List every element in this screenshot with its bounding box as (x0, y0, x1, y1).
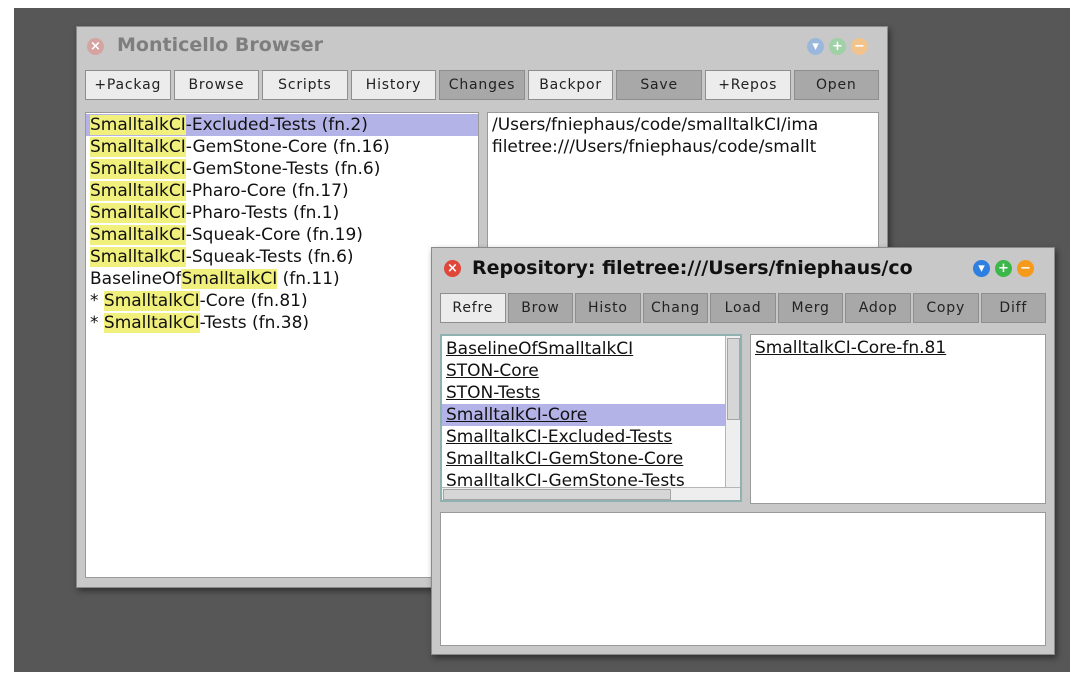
package-text: -Excluded-Tests (fn.2) (185, 115, 368, 135)
package-row[interactable]: SmalltalkCI-GemStone-Tests (fn.6) (86, 158, 478, 180)
package-row[interactable]: * SmalltalkCI-Core (fn.81) (86, 290, 478, 312)
add-repository-button[interactable]: +Repos (704, 70, 791, 100)
package-text: -GemStone-Tests (fn.6) (185, 159, 381, 179)
package-row[interactable]: BaselineOfSmalltalkCI (fn.11) (86, 268, 478, 290)
version-row[interactable]: SmalltalkCI-Core-fn.81 (751, 337, 1045, 359)
package-row[interactable]: SmalltalkCI-Squeak-Tests (fn.6) (86, 246, 478, 268)
vertical-scrollbar[interactable] (725, 336, 740, 488)
refresh-button[interactable]: Refre (440, 293, 506, 323)
merge-button[interactable]: Merg (777, 293, 844, 323)
package-text: -GemStone-Core (fn.16) (185, 137, 390, 157)
changes-button[interactable]: Changes (439, 70, 525, 100)
version-info-pane[interactable] (440, 512, 1046, 646)
horizontal-scrollbar[interactable] (442, 487, 740, 500)
repository-toolbar: Refre Brow Histo Chang Load Merg Adop Co… (440, 293, 1047, 323)
load-button[interactable]: Load (710, 293, 776, 323)
package-row[interactable]: SmalltalkCI-Squeak-Core (fn.19) (86, 224, 478, 246)
browse-button[interactable]: Browse (173, 70, 260, 100)
search-match: SmalltalkCI (90, 115, 186, 135)
repository-package-list[interactable]: BaselineOfSmalltalkCI STON-Core STON-Tests… (440, 334, 742, 502)
close-icon[interactable]: × (444, 260, 461, 277)
scrollbar-thumb[interactable] (727, 338, 740, 420)
diff-button[interactable]: Diff (980, 293, 1047, 323)
scrollbar-thumb[interactable] (443, 489, 671, 500)
package-text: -Tests (fn.38) (199, 313, 310, 333)
changes-button[interactable]: Chang (642, 293, 709, 323)
package-text: BaselineOf (90, 269, 182, 289)
minus-icon[interactable]: − (851, 38, 868, 55)
package-row[interactable]: SmalltalkCI-GemStone-Core (fn.16) (86, 136, 478, 158)
repository-package-rows: BaselineOfSmalltalkCI STON-Core STON-Tests… (442, 338, 728, 492)
plus-icon[interactable]: + (829, 38, 846, 55)
browse-button[interactable]: Brow (507, 293, 574, 323)
history-button[interactable]: History (350, 70, 437, 100)
search-match: SmalltalkCI (90, 137, 186, 157)
package-row[interactable]: SmalltalkCI-Pharo-Tests (fn.1) (86, 202, 478, 224)
package-row[interactable]: SmalltalkCI-Excluded-Tests (fn.2) (86, 114, 478, 136)
search-match: SmalltalkCI (90, 225, 186, 245)
copy-button[interactable]: Copy (912, 293, 979, 323)
add-package-button[interactable]: +Packag (85, 70, 171, 100)
repository-package-row[interactable]: STON-Core (442, 360, 728, 382)
package-text: -Squeak-Core (fn.19) (185, 225, 363, 245)
package-text: -Squeak-Tests (fn.6) (185, 247, 354, 267)
repository-row[interactable]: /Users/fniephaus/code/smalltalkCI/ima (488, 114, 878, 136)
window-title: Monticello Browser (117, 34, 323, 56)
search-match: SmalltalkCI (90, 247, 186, 267)
package-row[interactable]: SmalltalkCI-Pharo-Core (fn.17) (86, 180, 478, 202)
package-text: -Pharo-Core (fn.17) (185, 181, 349, 201)
title-bar[interactable]: × Monticello Browser ▾ + − (77, 27, 887, 63)
package-text: -Pharo-Tests (fn.1) (185, 203, 340, 223)
repository-package-row[interactable]: SmalltalkCI-Excluded-Tests (442, 426, 728, 448)
save-button[interactable]: Save (616, 70, 702, 100)
package-list[interactable]: SmalltalkCI-Excluded-Tests (fn.2) Smallta… (85, 112, 479, 578)
close-icon[interactable]: × (87, 38, 104, 55)
browser-toolbar: +Packag Browse Scripts History Changes B… (85, 70, 880, 100)
open-button[interactable]: Open (793, 70, 880, 100)
search-match: SmalltalkCI (90, 203, 186, 223)
minus-icon[interactable]: − (1017, 260, 1034, 277)
version-list[interactable]: SmalltalkCI-Core-fn.81 (750, 334, 1046, 504)
search-match: SmalltalkCI (90, 159, 186, 179)
search-match: SmalltalkCI (90, 181, 186, 201)
scripts-button[interactable]: Scripts (262, 70, 348, 100)
plus-icon[interactable]: + (995, 260, 1012, 277)
package-text: * (90, 291, 104, 311)
repository-window: × Repository: filetree:///Users/fniephau… (431, 247, 1055, 655)
backport-button[interactable]: Backpor (527, 70, 614, 100)
repository-package-row[interactable]: SmalltalkCI-GemStone-Core (442, 448, 728, 470)
adopt-button[interactable]: Adop (845, 293, 911, 323)
menu-icon[interactable]: ▾ (973, 260, 990, 277)
package-row[interactable]: * SmalltalkCI-Tests (fn.38) (86, 312, 478, 334)
search-match: SmalltalkCI (181, 269, 278, 289)
repository-package-row[interactable]: SmalltalkCI-Core (442, 404, 728, 426)
repository-package-row[interactable]: STON-Tests (442, 382, 728, 404)
repository-package-row[interactable]: BaselineOfSmalltalkCI (442, 338, 728, 360)
package-text: (fn.11) (277, 269, 340, 289)
search-match: SmalltalkCI (103, 291, 200, 311)
search-match: SmalltalkCI (103, 313, 200, 333)
title-bar[interactable]: × Repository: filetree:///Users/fniephau… (432, 248, 1054, 284)
repository-row[interactable]: filetree:///Users/fniephaus/code/smallt (488, 136, 878, 158)
history-button[interactable]: Histo (575, 293, 641, 323)
package-text: * (90, 313, 104, 333)
package-text: -Core (fn.81) (199, 291, 308, 311)
menu-icon[interactable]: ▾ (807, 38, 824, 55)
window-title: Repository: filetree:///Users/fniephaus/… (472, 257, 913, 279)
